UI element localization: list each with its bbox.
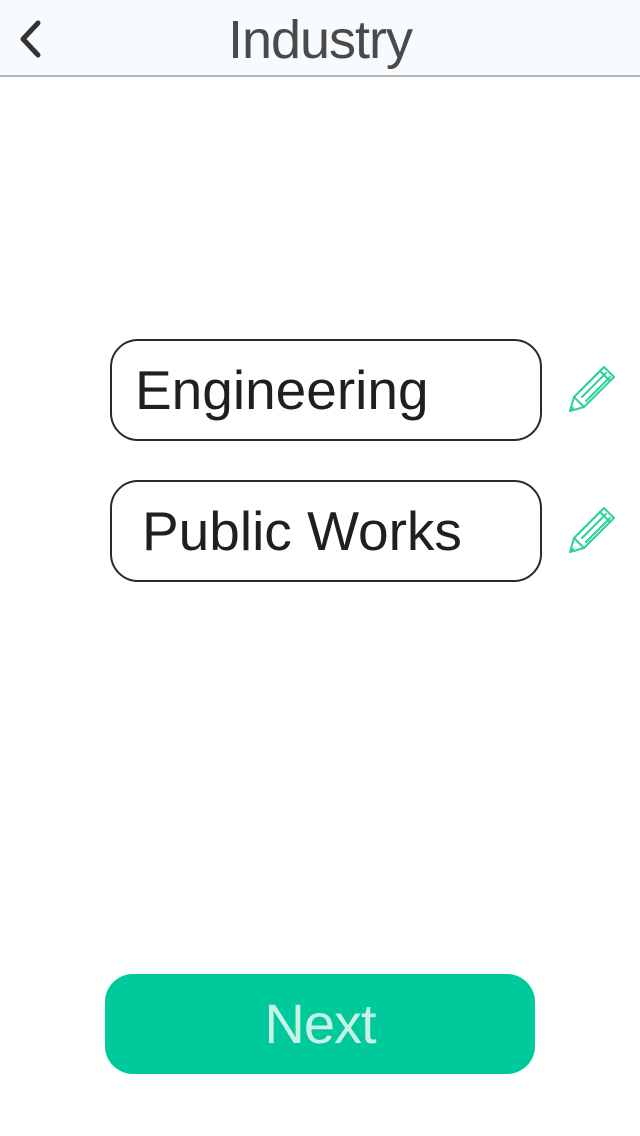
nav-bar: Industry: [0, 0, 640, 77]
edit-button[interactable]: [566, 363, 618, 415]
industry-field-value: Engineering: [135, 359, 429, 421]
industry-field-row: Engineering: [0, 339, 640, 441]
chevron-left-icon: [20, 20, 41, 58]
edit-button[interactable]: [566, 504, 618, 556]
industry-screen: Industry Engineering Public Works Next: [0, 0, 640, 1136]
pencil-icon: [569, 507, 615, 553]
industry-field-public-works[interactable]: Public Works: [110, 480, 542, 582]
back-button[interactable]: [8, 12, 52, 66]
industry-field-row: Public Works: [0, 480, 640, 582]
industry-field-engineering[interactable]: Engineering: [110, 339, 542, 441]
page-title: Industry: [227, 10, 413, 70]
pencil-icon: [569, 366, 615, 412]
industry-field-value: Public Works: [142, 500, 462, 562]
next-button-label: Next: [264, 992, 376, 1055]
next-button[interactable]: Next: [105, 974, 535, 1074]
